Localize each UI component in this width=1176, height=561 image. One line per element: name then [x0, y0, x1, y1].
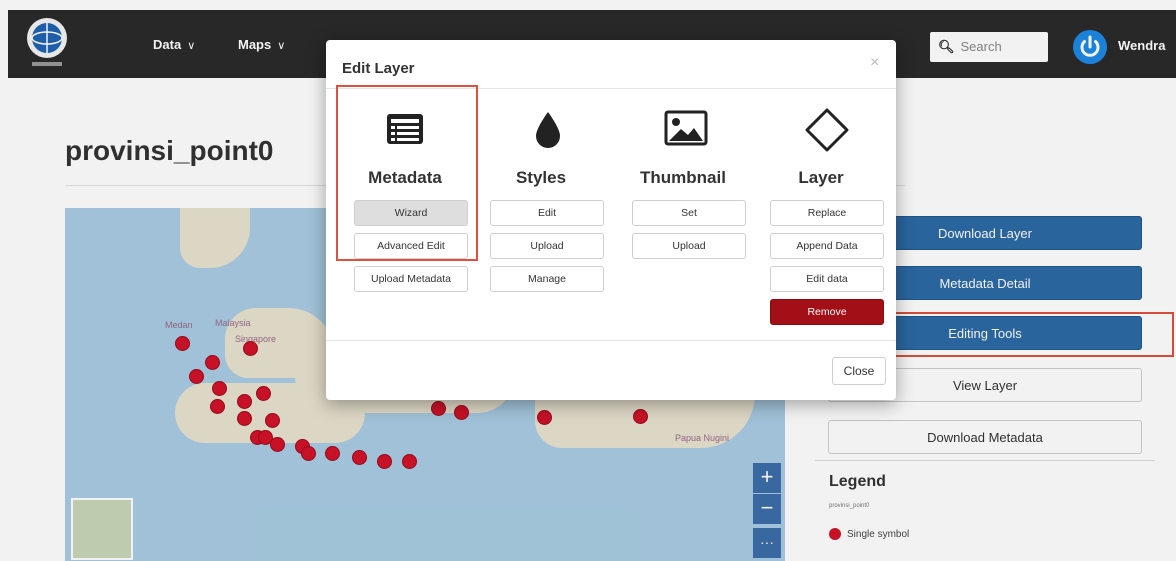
thumbnail-title: Thumbnail	[640, 168, 726, 187]
style-manage-button[interactable]: Manage	[490, 266, 604, 292]
edit-layer-modal: Edit Layer × Metadata Wizard Advanced Ed…	[326, 40, 896, 400]
thumbnail-set-button[interactable]: Set	[632, 200, 746, 226]
layer-title: Layer	[798, 168, 844, 187]
replace-button[interactable]: Replace	[770, 200, 884, 226]
modal-footer-divider	[326, 340, 896, 341]
drop-icon	[536, 112, 560, 148]
thumbnail-column: Thumbnail Set Upload	[618, 104, 748, 344]
layer-column: Layer Replace Append Data Edit data Remo…	[756, 104, 886, 344]
close-icon[interactable]: ×	[870, 54, 879, 72]
styles-title: Styles	[515, 168, 567, 187]
upload-metadata-button[interactable]: Upload Metadata	[354, 266, 468, 292]
highlight-metadata	[336, 85, 478, 261]
edit-data-button[interactable]: Edit data	[770, 266, 884, 292]
style-upload-button[interactable]: Upload	[490, 233, 604, 259]
image-icon	[664, 110, 708, 146]
thumbnail-upload-button[interactable]: Upload	[632, 233, 746, 259]
append-data-button[interactable]: Append Data	[770, 233, 884, 259]
close-button[interactable]: Close	[832, 357, 886, 385]
modal-title: Edit Layer	[342, 60, 415, 77]
diamond-icon	[805, 108, 849, 152]
remove-button[interactable]: Remove	[770, 299, 884, 325]
styles-column: Styles Edit Upload Manage	[476, 104, 606, 344]
style-edit-button[interactable]: Edit	[490, 200, 604, 226]
